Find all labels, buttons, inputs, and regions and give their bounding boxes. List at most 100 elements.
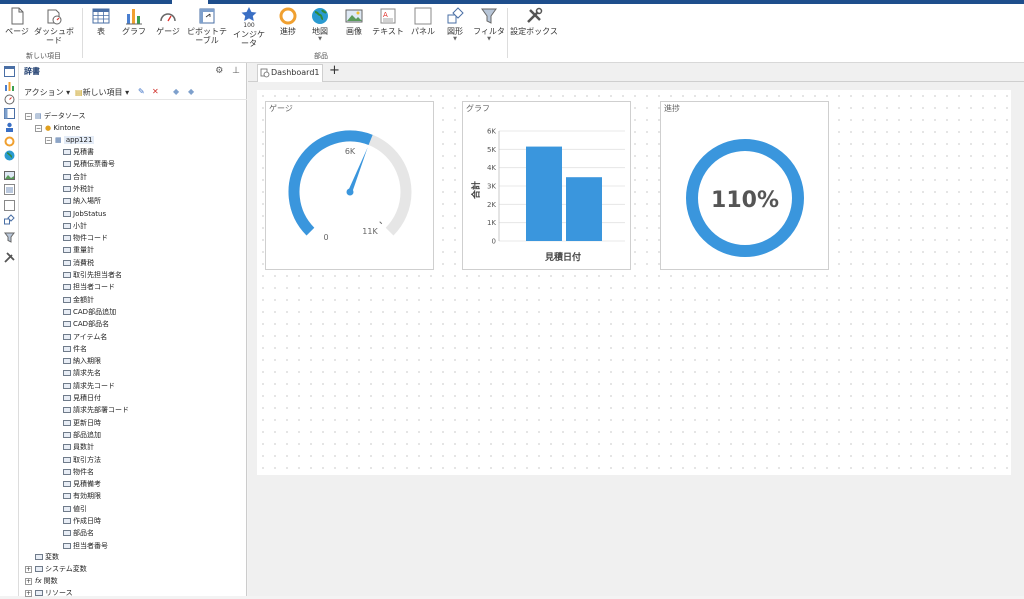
filter-dropdown-caret[interactable]: ▼ [473, 36, 505, 42]
expand-toggle[interactable]: + [25, 577, 32, 585]
tree-field-item[interactable]: JobStatus [63, 208, 106, 220]
panel-button[interactable]: パネル [408, 6, 438, 36]
table-button[interactable]: 表 [88, 6, 114, 36]
tree-field-item[interactable]: 請求先部署コード [63, 404, 129, 416]
tree-node-system-variables[interactable]: + システム変数 [25, 563, 87, 575]
progress-button[interactable]: 進捗 [274, 6, 302, 36]
tree-field-item[interactable]: 件名 [63, 343, 87, 355]
collapse-toggle[interactable]: − [25, 112, 32, 120]
text-button[interactable]: A テキスト [371, 6, 405, 36]
tree-field-item[interactable]: CAD部品名 [63, 318, 109, 330]
add-tab-button[interactable]: + [329, 63, 340, 78]
gauge-icon [160, 13, 176, 22]
progress-ring-icon[interactable] [4, 136, 15, 147]
expand-toggle[interactable]: + [25, 565, 32, 573]
field-icon [63, 333, 71, 340]
tree-field-item[interactable]: 納入期限 [63, 355, 101, 367]
bar-2[interactable] [566, 177, 602, 241]
field-label: 員数計 [73, 443, 94, 452]
tree-field-item[interactable]: 請求先名 [63, 367, 101, 379]
tree-field-item[interactable]: 物件コード [63, 232, 108, 244]
settings-box-button[interactable]: 設定ボックス [510, 6, 558, 36]
new-item-dropdown[interactable]: ▤新しい項目 ▾ [75, 87, 129, 98]
pivot-table-icon[interactable] [4, 108, 15, 119]
tree-field-item[interactable]: 見積備考 [63, 478, 101, 490]
actions-dropdown[interactable]: アクション ▾ [24, 87, 70, 98]
move-down-icon[interactable]: ◆ [188, 87, 194, 96]
image-icon[interactable] [4, 170, 15, 181]
tree-node-functions[interactable]: + fx 関数 [25, 575, 58, 587]
tree-field-item[interactable]: 消費税 [63, 257, 94, 269]
tree-field-item[interactable]: CAD部品追加 [63, 306, 116, 318]
tree-node-variables[interactable]: 変数 [35, 551, 59, 563]
field-icon [63, 235, 71, 242]
move-up-icon[interactable]: ◆ [173, 87, 179, 96]
tree-field-item[interactable]: 作成日時 [63, 515, 101, 527]
tree-node-app121[interactable]: − ▦ app121 [45, 134, 95, 146]
panel-icon[interactable] [4, 200, 15, 211]
tree-field-item[interactable]: 重量計 [63, 244, 94, 256]
new-page-button[interactable]: ページ [4, 6, 30, 36]
chart-card[interactable]: グラフ 0 1K 2K 3K 4K 5K 6K 見積日付 合計 [462, 101, 631, 270]
bar-chart-icon[interactable] [4, 80, 15, 91]
tree-field-item[interactable]: 合計 [63, 171, 87, 183]
tree-field-item[interactable]: 取引方法 [63, 454, 101, 466]
tree-field-item[interactable]: 部品名 [63, 527, 94, 539]
gauge-button[interactable]: ゲージ [153, 6, 183, 36]
tree-field-item[interactable]: 取引先担当者名 [63, 269, 122, 281]
pivot-table-button[interactable]: ピボットテーブル [186, 6, 228, 45]
gear-icon[interactable]: ⚙ [215, 66, 223, 76]
gauge-icon[interactable] [4, 94, 15, 105]
tree-field-item[interactable]: 物件名 [63, 466, 94, 478]
field-icon [63, 481, 71, 488]
field-label: 件名 [73, 344, 87, 353]
filter-button[interactable]: フィルタ ▼ [473, 6, 505, 42]
edit-icon[interactable]: ✎ [138, 87, 145, 96]
chart-button[interactable]: グラフ [120, 6, 148, 36]
globe-icon[interactable] [4, 150, 15, 161]
indicator-button[interactable]: 100 インジケータ [230, 6, 268, 48]
map-dropdown-caret[interactable]: ▼ [306, 36, 334, 42]
bar-1[interactable] [526, 146, 562, 241]
expand-toggle[interactable]: + [25, 589, 32, 597]
tree-field-item[interactable]: 見積伝票番号 [63, 158, 115, 170]
progress-card[interactable]: 進捗 110% [660, 101, 829, 270]
image-button[interactable]: 画像 [340, 6, 368, 36]
collapse-toggle[interactable]: − [45, 136, 52, 144]
tree-field-item[interactable]: 金額計 [63, 294, 94, 306]
gauge-card[interactable]: ゲージ 6K 0 11K [265, 101, 434, 270]
tree-field-item[interactable]: アイテム名 [63, 331, 107, 343]
tree-field-item[interactable]: 担当者番号 [63, 540, 108, 552]
new-dashboard-button[interactable]: ダッシュボード [32, 6, 76, 45]
tree-node-kintone[interactable]: − ● Kintone [35, 122, 80, 134]
tree-field-item[interactable]: 請求先コード [63, 380, 115, 392]
tree-field-item[interactable]: 見積日付 [63, 392, 101, 404]
tree-node-resources[interactable]: + リソース [25, 587, 73, 599]
pin-icon[interactable]: ⊥ [232, 66, 240, 76]
tree-field-item[interactable]: 担当者コード [63, 281, 115, 293]
shape-button[interactable]: 図形 ▼ [442, 6, 468, 42]
tree-field-item[interactable]: 小計 [63, 220, 87, 232]
tree-field-item[interactable]: 納入場所 [63, 195, 101, 207]
tree-field-item[interactable]: 外税計 [63, 183, 94, 195]
shapes-icon[interactable] [4, 214, 15, 225]
shape-dropdown-caret[interactable]: ▼ [442, 36, 468, 42]
tools-icon[interactable] [4, 252, 15, 263]
field-icon [63, 296, 71, 303]
tree-field-item[interactable]: 値引 [63, 503, 87, 515]
field-icon [63, 210, 71, 217]
delete-icon[interactable]: ✕ [152, 87, 159, 96]
indicator-icon[interactable] [4, 122, 15, 133]
tree-field-item[interactable]: 更新日時 [63, 417, 101, 429]
tree-node-datasource[interactable]: − ▤ データソース [25, 110, 86, 122]
tab-dashboard1[interactable]: Dashboard1 [257, 64, 323, 82]
collapse-toggle[interactable]: − [35, 124, 42, 132]
filter-funnel-icon[interactable] [4, 232, 15, 243]
tree-field-item[interactable]: 有効期限 [63, 490, 101, 502]
text-icon[interactable] [4, 184, 15, 195]
tree-field-item[interactable]: 員数計 [63, 441, 94, 453]
tree-field-item[interactable]: 部品追加 [63, 429, 101, 441]
table-icon[interactable] [4, 66, 15, 77]
map-button[interactable]: 地図 ▼ [306, 6, 334, 42]
tree-field-item[interactable]: 見積書 [63, 146, 94, 158]
